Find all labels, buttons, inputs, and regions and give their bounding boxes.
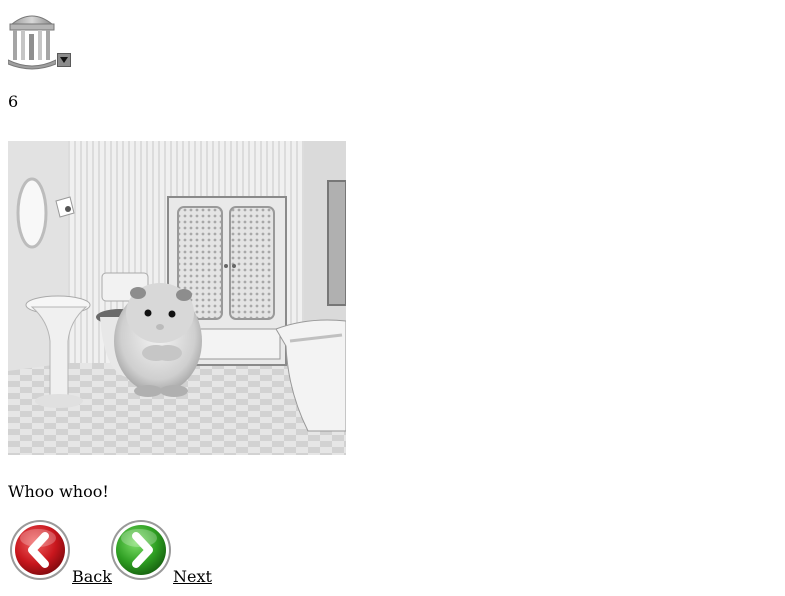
hamster-bathroom-photo bbox=[8, 141, 346, 455]
menu-dropdown-button[interactable] bbox=[57, 53, 71, 67]
page: 6 Whoo whoo! Back Next bbox=[0, 0, 785, 596]
dropdown-arrow-icon bbox=[60, 57, 68, 63]
next-arrow-icon[interactable] bbox=[109, 518, 173, 582]
photo-caption: Whoo whoo! bbox=[8, 482, 109, 501]
back-link[interactable]: Back bbox=[72, 568, 112, 586]
next-link[interactable]: Next bbox=[173, 568, 212, 586]
old-well-logo-icon[interactable] bbox=[7, 10, 57, 70]
page-number: 6 bbox=[8, 92, 19, 111]
back-arrow-icon[interactable] bbox=[8, 518, 72, 582]
